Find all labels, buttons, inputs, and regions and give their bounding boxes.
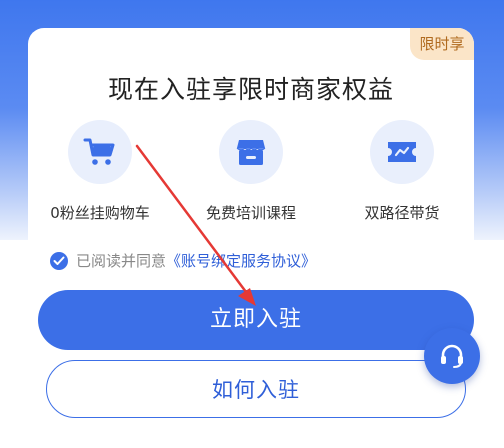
annotation-arrow	[135, 144, 256, 306]
